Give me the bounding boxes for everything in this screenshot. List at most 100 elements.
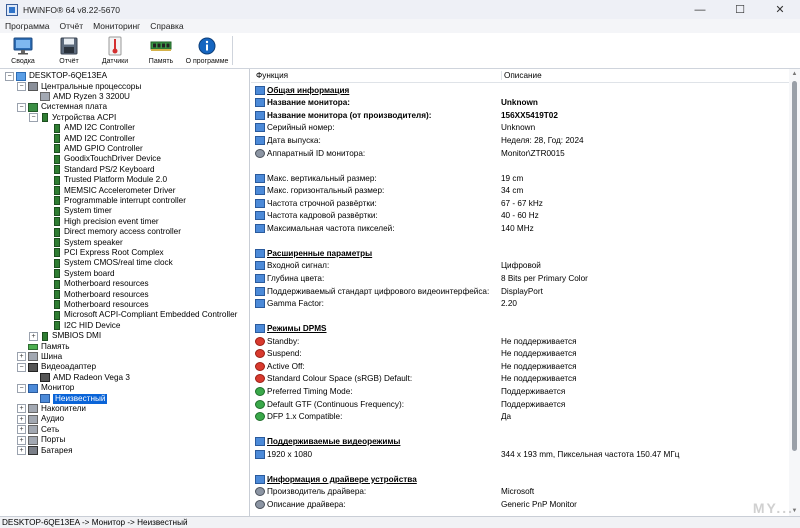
scroll-up-icon[interactable]: ▲ [789, 69, 800, 79]
property-row[interactable]: Дата выпуска: Неделя: 28, Год: 2024 [251, 134, 789, 147]
section-header[interactable]: Режимы DPMS [251, 322, 789, 335]
property-row[interactable]: Active Off: Не поддерживается [251, 360, 789, 373]
tree-item[interactable]: + Батарея [17, 445, 73, 456]
tree-item[interactable]: − Устройства ACPI [29, 113, 116, 123]
property-row[interactable]: Suspend: Не поддерживается [251, 348, 789, 361]
tree-item[interactable]: + Аудио [17, 414, 64, 424]
tree-item[interactable]: Motherboard resources [41, 289, 149, 300]
report-button[interactable]: Отчёт [46, 33, 92, 69]
tree-item[interactable]: Direct memory access controller [41, 227, 181, 237]
property-row[interactable]: Название монитора (от производителя): 156… [251, 109, 789, 122]
tree-item[interactable]: System board [41, 269, 115, 279]
tree-item[interactable]: System speaker [41, 237, 123, 248]
tree-item[interactable]: AMD Radeon Vega 3 [29, 373, 130, 383]
property-row[interactable]: Preferred Timing Mode: Поддерживается [251, 385, 789, 398]
property-row[interactable]: Макс. вертикальный размер: 19 cm [251, 172, 789, 185]
tree-item[interactable]: − Монитор [17, 383, 74, 393]
collapse-icon[interactable]: − [29, 113, 38, 123]
tree-item-label: System speaker [64, 237, 123, 247]
tree-item[interactable]: − DESKTOP-6QE13EA [5, 71, 107, 81]
tree-item[interactable]: GoodixTouchDriver Device [41, 154, 161, 164]
collapse-icon[interactable]: − [5, 71, 14, 81]
memory-button[interactable]: Память [138, 33, 184, 69]
tree-item[interactable]: AMD I2C Controller [41, 133, 135, 144]
expand-icon[interactable]: + [17, 404, 26, 414]
property-row[interactable]: Макс. горизонтальный размер: 34 cm [251, 184, 789, 197]
property-row[interactable]: Производитель драйвера: Microsoft [251, 486, 789, 499]
expand-icon[interactable]: + [17, 435, 26, 445]
minimize-button[interactable]: — [680, 0, 720, 19]
tree-item[interactable]: − Системная плата [17, 102, 107, 112]
tree-item[interactable]: MEMSIC Accelerometer Driver [41, 185, 175, 196]
property-row[interactable]: Входной сигнал: Цифровой [251, 260, 789, 273]
scroll-thumb[interactable] [792, 81, 797, 451]
property-row[interactable]: Название монитора: Unknown [251, 97, 789, 110]
property-row[interactable]: Default GTF (Continuous Frequency): Подде… [251, 398, 789, 411]
tree-item[interactable]: AMD GPIO Controller [41, 144, 143, 154]
tree-item[interactable]: AMD I2C Controller [41, 123, 135, 133]
tree-item-selected[interactable]: Неизвестный [29, 393, 108, 404]
property-row[interactable]: DFP 1.x Compatible: Да [251, 410, 789, 423]
expand-icon[interactable]: + [17, 425, 26, 435]
section-header[interactable]: Информация о драйвере устройства [251, 473, 789, 486]
tree-item[interactable]: High precision event timer [41, 217, 159, 227]
device-tree[interactable]: − DESKTOP-6QE13EA − Центральные процессоры A… [0, 69, 250, 516]
section-header[interactable]: Расширенные параметры [251, 247, 789, 260]
property-row[interactable]: Частота строчной развёртки: 67 - 67 kHz [251, 197, 789, 210]
tree-item[interactable]: System CMOS/real time clock [41, 258, 173, 268]
property-row[interactable]: Частота кадровой развёртки: 40 - 60 Hz [251, 210, 789, 223]
expand-icon[interactable]: + [29, 331, 38, 341]
tree-item[interactable]: PCI Express Root Complex [41, 248, 164, 258]
collapse-icon[interactable]: − [17, 82, 26, 92]
collapse-icon[interactable]: − [17, 362, 26, 372]
collapse-icon[interactable]: − [17, 102, 26, 112]
tree-item[interactable]: + Шина [17, 352, 62, 362]
tree-item[interactable]: + Порты [17, 435, 65, 445]
property-row[interactable]: Standby: Не поддерживается [251, 335, 789, 348]
tree-item[interactable]: Programmable interrupt controller [41, 196, 186, 206]
menu-program[interactable]: Программа [0, 21, 55, 31]
expand-icon[interactable]: + [17, 352, 26, 362]
column-feature[interactable]: Функция [256, 71, 288, 80]
menu-monitoring[interactable]: Мониторинг [88, 21, 145, 31]
property-row[interactable]: Максимальная частота пикселей: 140 MHz [251, 222, 789, 235]
blank-row [251, 461, 789, 474]
column-description[interactable]: Описание [501, 71, 542, 80]
about-button[interactable]: О программе [184, 33, 230, 69]
property-row[interactable]: Standard Colour Space (sRGB) Default: Не … [251, 373, 789, 386]
expand-icon[interactable]: + [17, 446, 26, 456]
tree-item[interactable]: − Центральные процессоры [17, 81, 141, 92]
section-header[interactable]: Поддерживаемые видеорежимы [251, 435, 789, 448]
summary-button[interactable]: Сводка [0, 33, 46, 69]
section-header[interactable]: Общая информация [251, 84, 789, 97]
property-row[interactable]: Аппаратный ID монитора: Monitor\ZTR0015 [251, 147, 789, 160]
property-row[interactable]: 1920 x 1080 344 x 193 mm, Пиксельная част… [251, 448, 789, 461]
expand-icon[interactable]: + [17, 414, 26, 424]
tree-item[interactable]: System timer [41, 206, 112, 216]
property-row[interactable]: Серийный номер: Unknown [251, 122, 789, 135]
property-row[interactable]: Gamma Factor: 2.20 [251, 297, 789, 310]
tree-item[interactable]: Standard PS/2 Keyboard [41, 165, 155, 175]
sensors-button[interactable]: Датчики [92, 33, 138, 69]
collapse-icon[interactable]: − [17, 383, 26, 393]
details-scrollbar[interactable]: ▲ ▼ [789, 69, 800, 516]
property-row[interactable]: Глубина цвета: 8 Bits per Primary Color [251, 272, 789, 285]
tree-item[interactable]: Память [17, 341, 70, 351]
tree-item[interactable]: Motherboard resources [41, 279, 149, 289]
tree-item[interactable]: + Накопители [17, 404, 86, 414]
tree-item[interactable]: Motherboard resources [41, 300, 149, 310]
tree-item[interactable]: Microsoft ACPI-Compliant Embedded Contro… [41, 310, 237, 320]
tree-item[interactable]: Trusted Platform Module 2.0 [41, 175, 167, 185]
menu-report[interactable]: Отчёт [55, 21, 89, 31]
property-row[interactable]: Поддерживаемый стандарт цифрового видеои… [251, 285, 789, 298]
tree-item[interactable]: I2C HID Device [41, 321, 120, 331]
menu-help[interactable]: Справка [145, 21, 188, 31]
close-button[interactable]: ✕ [760, 0, 800, 19]
maximize-button[interactable]: ☐ [720, 0, 760, 19]
chip-icon [42, 113, 48, 123]
tree-item[interactable]: − Видеоадаптер [17, 362, 96, 372]
property-row[interactable]: Описание драйвера: Generic PnP Monitor [251, 498, 789, 511]
tree-item[interactable]: + SMBIOS DMI [29, 331, 101, 341]
tree-item[interactable]: AMD Ryzen 3 3200U [29, 92, 130, 102]
tree-item[interactable]: + Сеть [17, 425, 59, 435]
